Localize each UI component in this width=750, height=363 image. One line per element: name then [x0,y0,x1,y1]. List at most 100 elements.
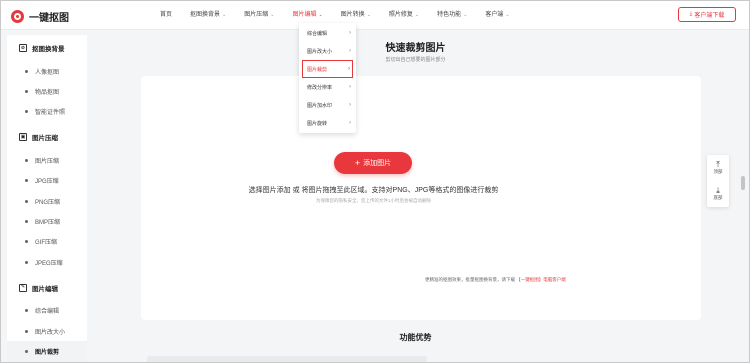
sidebar-section-0: ⊘ 抠图换背景 [7,35,87,61]
sidebar-section-title: 图片压缩 [32,135,58,143]
sidebar-item-label: 物品抠图 [35,90,60,97]
dropdown-item-4[interactable]: 图片加水印 › [299,96,356,114]
sidebar-item-label: 图片改大小 [35,329,66,336]
arrow-down-icon: ⤓ [716,186,720,195]
dropdown-item-0[interactable]: 综合编辑 › [299,24,356,42]
sidebar-item[interactable]: PNG压缩 [7,191,87,211]
chevron-down-icon: ⌄ [414,12,420,18]
back-to-top-button[interactable]: ⤒ 顶部 [707,155,729,181]
nav-item-7[interactable]: 客户端 ⌄ [476,1,518,29]
logo[interactable]: 一键抠图 [11,9,69,24]
client-download-link[interactable]: 【一键抠图】电脑客户端 [516,277,566,282]
sidebar-item[interactable]: GIF压缩 [7,232,87,252]
sidebar-item[interactable]: 人像抠图 [7,61,87,81]
plus-icon: + [354,157,361,168]
sidebar-item-label: JPG压缩 [35,179,59,186]
bullet-icon [25,220,28,224]
chevron-down-icon: ⌄ [318,12,323,18]
add-image-button[interactable]: + 添加图片 [334,152,412,174]
top-label: 顶部 [713,169,723,174]
upload-area[interactable]: + 添加图片 选择图片添加 或 将图片拖拽至此区域。支持对PNG、JPG等格式的… [141,76,701,320]
sidebar-item[interactable]: 物品抠图 [7,81,87,101]
bullet-icon [25,260,28,264]
sidebar-section-1: ▣ 图片压缩 [7,124,87,150]
cutout-icon: ⊘ [19,44,27,52]
chevron-right-icon: › [349,102,351,108]
bullet-icon [25,329,28,333]
image-edit-dropdown: 综合编辑 › 图片改大小 › 图片裁剪 › 修改分辨率 › 图片加水印 › 图片旋转 › [299,23,356,133]
sidebar-section-title: 图片编辑 [32,285,58,293]
chevron-right-icon: › [349,120,351,126]
features-banner [147,356,427,362]
bullet-icon [25,69,28,73]
add-image-label: 添加图片 [363,160,392,167]
nav-item-label: 客户端 [485,12,504,18]
sidebar-item[interactable]: 综合编辑 [7,301,87,321]
bullet-icon [25,179,28,183]
dropdown-item-label: 图片旋转 [307,120,328,127]
dropdown-item-3[interactable]: 修改分辨率 › [299,78,356,96]
go-to-bottom-button[interactable]: ⤓ 底部 [707,181,729,207]
sidebar-item-label: JPEG压缩 [35,260,63,267]
edit-icon: ✎ [19,283,27,292]
main-content: 快速裁剪图片 剪切出自己想要的图片部分 + 添加图片 选择图片添加 或 将图片拖… [93,30,738,362]
nav-item-label: 特色功能 [437,12,462,18]
dropdown-item-label: 图片裁剪 [307,66,328,73]
dropdown-item-label: 综合编辑 [307,30,328,37]
sidebar-item[interactable]: 智能证件照 [7,102,87,122]
privacy-note: 为保障您的隐私安全，您上传的文件1小时后会被自动删除 [315,198,431,203]
chevron-down-icon: ⌄ [505,12,510,18]
chevron-down-icon: ⌄ [366,12,371,18]
nav-item-6[interactable]: 特色功能 ⌄ [428,1,476,29]
bullet-icon [25,240,28,244]
sidebar-item[interactable]: 图片改大小 [7,321,87,341]
sidebar: ⊘ 抠图换背景 人像抠图 物品抠图 智能证件照 ▣ 图片压缩 图片压缩 JPG压缩 PNG压缩 BM… [7,35,87,362]
sidebar-item[interactable]: BMP压缩 [7,211,87,231]
chevron-right-icon: › [349,84,351,90]
dropdown-item-5[interactable]: 图片旋转 › [299,114,356,132]
dropdown-item-label: 图片改大小 [307,48,333,55]
scrollbar-thumb[interactable] [741,176,745,190]
nav-item-label: 图片压缩 [244,12,269,18]
sidebar-item-label: BMP压缩 [35,220,61,227]
bullet-icon [25,309,28,313]
logo-text: 一键抠图 [29,13,69,24]
compress-icon: ▣ [19,133,27,142]
sidebar-item-label: GIF压缩 [35,240,57,247]
nav-item-0[interactable]: 首页 [151,1,181,29]
chevron-down-icon: ⌄ [222,12,227,18]
chevron-down-icon: ⌄ [270,12,275,18]
nav-item-5[interactable]: 照片修复 ⌄ [380,1,428,29]
bullet-icon [25,110,28,114]
client-download-button[interactable]: ⤓ 客户端下载 [678,7,736,22]
nav-item-label: 抠图换背景 [190,12,221,18]
page-title: 快速裁剪图片 [385,43,446,54]
logo-icon [11,10,24,23]
more-info: 更精准的抠图效果，批量抠图换背景，请下载 【一键抠图】电脑客户端 [425,277,566,283]
bullet-icon [25,349,28,353]
dropdown-item-label: 图片加水印 [307,102,333,109]
sidebar-item[interactable]: JPEG压缩 [7,252,87,272]
sidebar-item[interactable]: 图片裁剪 [7,341,87,362]
sidebar-item[interactable]: 图片压缩 [7,150,87,170]
sidebar-item-label: 图片裁剪 [35,349,60,356]
more-info-text: 更精准的抠图效果，批量抠图换背景，请下载 [425,277,515,282]
dropdown-item-1[interactable]: 图片改大小 › [299,42,356,60]
nav-item-1[interactable]: 抠图换背景 ⌄ [181,1,235,29]
sidebar-item-label: 综合编辑 [35,309,60,316]
sidebar-section-title: 抠图换背景 [32,46,65,53]
dropdown-item-2[interactable]: 图片裁剪 › [302,60,353,78]
dropdown-item-label: 修改分辨率 [307,84,333,91]
sidebar-item-label: 图片压缩 [35,158,60,165]
scroll-toolbar: ⤒ 顶部 ⤓ 底部 [707,155,729,207]
nav-item-label: 图片编辑 [292,12,317,18]
nav-item-2[interactable]: 图片压缩 ⌄ [235,1,283,29]
sidebar-item[interactable]: JPG压缩 [7,171,87,191]
app-window: 一键抠图 首页 抠图换背景 ⌄ 图片压缩 ⌄ 图片编辑 ⌄ 图片转换 ⌄ 照片修复 ⌄ 特色功能 ⌄ 客户… [0,0,750,363]
features-title: 功能优势 [399,333,432,342]
chevron-down-icon: ⌄ [463,12,468,18]
nav-item-label: 照片修复 [388,12,413,18]
upload-hint: 选择图片添加 或 将图片拖拽至此区域。支持对PNG、JPG等格式的图像进行裁剪 [248,187,499,194]
sidebar-item-label: 人像抠图 [35,69,60,76]
page-subtitle: 剪切出自己想要的图片部分 [385,57,446,63]
